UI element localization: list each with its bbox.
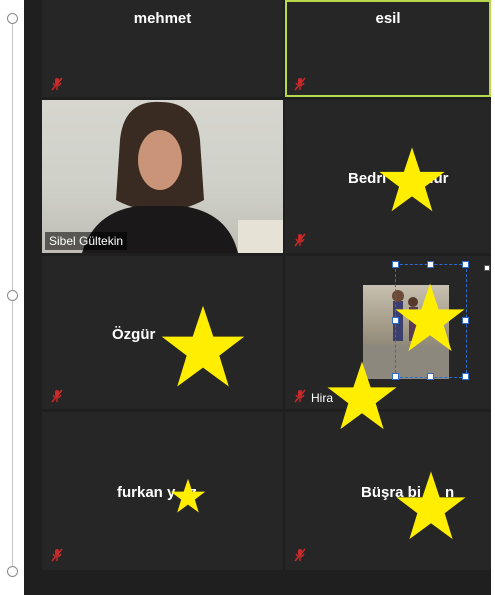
selection-handle[interactable]	[462, 373, 469, 380]
participant-name: mehmet	[133, 10, 192, 27]
mic-muted-icon	[294, 548, 306, 562]
selection-handle[interactable]	[427, 373, 434, 380]
anchor-dot	[484, 265, 490, 271]
person-silhouette-icon	[82, 101, 283, 253]
mic-muted-icon	[294, 389, 306, 403]
resize-handle-top[interactable]	[7, 13, 18, 24]
mic-muted-icon	[294, 77, 306, 91]
mic-muted-icon	[51, 548, 63, 562]
participant-tile-esil[interactable]: esil	[285, 0, 491, 97]
participant-name-chip: Sibel Gültekin	[45, 232, 128, 250]
star-icon[interactable]	[392, 470, 470, 542]
star-icon[interactable]	[326, 350, 398, 442]
participant-name: esil	[375, 10, 401, 27]
video-feed	[42, 100, 283, 253]
mic-muted-icon	[51, 389, 63, 403]
mic-muted-icon	[51, 77, 63, 91]
participant-tile-furkan[interactable]: furkan yz	[42, 412, 283, 570]
participant-tile-mehmet[interactable]: mehmet	[42, 0, 283, 97]
star-icon[interactable]	[170, 462, 206, 530]
resize-handle-bottom[interactable]	[7, 566, 18, 577]
star-icon[interactable]	[394, 262, 466, 374]
mic-muted-icon	[294, 233, 306, 247]
star-icon[interactable]	[160, 282, 246, 412]
star-icon[interactable]	[378, 140, 446, 220]
participant-tile-sibel[interactable]: Sibel Gültekin	[42, 100, 283, 253]
resize-handle-middle[interactable]	[7, 290, 18, 301]
